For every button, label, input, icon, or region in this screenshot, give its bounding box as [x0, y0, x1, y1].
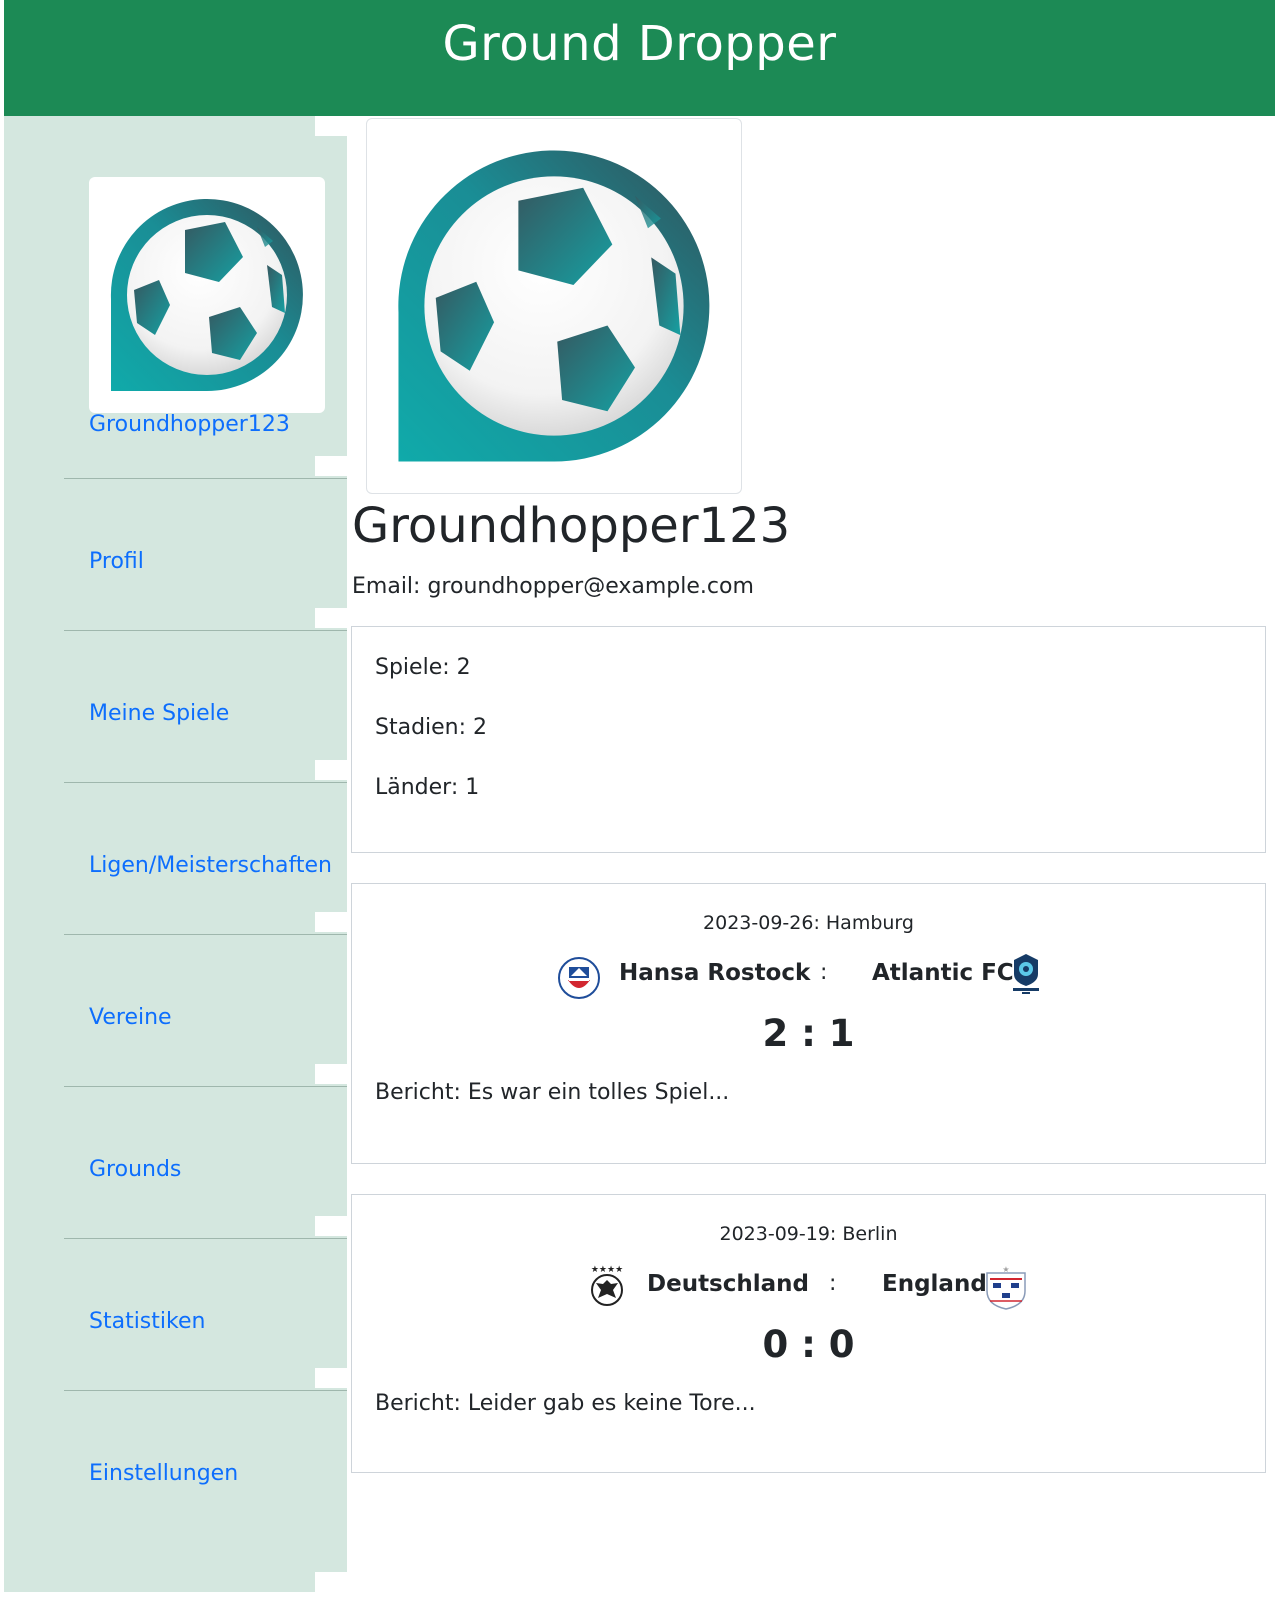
sidebar-divider: [64, 1238, 347, 1239]
sidebar-avatar[interactable]: [89, 177, 325, 413]
match-score: 2 : 1: [762, 1012, 855, 1055]
soccer-ball-icon: [110, 199, 303, 391]
stat-label: Spiele:: [375, 655, 450, 680]
sidebar-notch: [315, 1572, 347, 1592]
profile-avatar: [366, 118, 742, 494]
match-date-location: 2023-09-19: Berlin: [719, 1223, 898, 1245]
svg-text:★★★★: ★★★★: [591, 1265, 623, 1275]
match-teams: ★★★★ Deutschland : England ★: [352, 1263, 1265, 1310]
sidebar-item-grounds[interactable]: Grounds: [89, 1157, 181, 1182]
match-report: Bericht: Es war ein tolles Spiel...: [375, 1080, 729, 1105]
away-team: England: [882, 1271, 987, 1297]
match-city: Berlin: [842, 1223, 898, 1245]
sidebar-divider: [64, 478, 347, 479]
away-team: Atlantic FC: [872, 960, 1014, 986]
sidebar: Groundhopper123 Profil Meine Spiele Lige…: [4, 116, 347, 1592]
team-separator: :: [829, 1271, 837, 1296]
stat-stadien: Stadien: 2: [375, 715, 487, 740]
match-teams: Hansa Rostock : Atlantic FC: [352, 952, 1265, 999]
sidebar-item-vereine[interactable]: Vereine: [89, 1005, 172, 1030]
sidebar-divider: [64, 1086, 347, 1087]
sidebar-notch: [315, 1216, 347, 1236]
sidebar-item-statistiken[interactable]: Statistiken: [89, 1309, 205, 1334]
sidebar-notch: [315, 116, 347, 136]
match-card[interactable]: 2023-09-19: Berlin ★★★★ Deutschland : En…: [351, 1194, 1266, 1473]
home-team: Hansa Rostock: [619, 960, 811, 986]
match-score: 0 : 0: [762, 1323, 855, 1366]
report-label: Bericht:: [375, 1391, 461, 1416]
sidebar-notch: [315, 456, 347, 476]
sidebar-username-link[interactable]: Groundhopper123: [89, 412, 290, 437]
sidebar-notch: [315, 1368, 347, 1388]
profile-email: Email: groundhopper@example.com: [352, 574, 754, 599]
stat-label: Länder:: [375, 775, 459, 800]
match-date-location: 2023-09-26: Hamburg: [703, 912, 914, 934]
team-separator: :: [820, 960, 828, 985]
match-report: Bericht: Leider gab es keine Tore...: [375, 1391, 756, 1416]
match-city: Hamburg: [825, 912, 914, 934]
sidebar-divider: [64, 934, 347, 935]
sidebar-item-einstellungen[interactable]: Einstellungen: [89, 1461, 238, 1486]
sidebar-notch: [315, 760, 347, 780]
sidebar-divider: [64, 1390, 347, 1391]
app-title: Ground Dropper: [442, 16, 837, 72]
stat-laender: Länder: 1: [375, 775, 479, 800]
match-card[interactable]: 2023-09-26: Hamburg Hansa Rostock : Atla…: [351, 883, 1266, 1164]
sidebar-notch: [315, 912, 347, 932]
stat-value: 2: [473, 715, 488, 740]
report-label: Bericht:: [375, 1080, 461, 1105]
match-date: 2023-09-26: [703, 912, 814, 934]
sidebar-item-ligen[interactable]: Ligen/Meisterschaften: [89, 853, 332, 878]
home-team: Deutschland: [647, 1271, 809, 1297]
stat-spiele: Spiele: 2: [375, 655, 471, 680]
email-label: Email:: [352, 574, 421, 599]
profile-username: Groundhopper123: [352, 498, 791, 554]
sidebar-notch: [315, 1064, 347, 1084]
sidebar-notch: [315, 608, 347, 628]
atlantic-fc-crest-icon: [1013, 954, 1039, 994]
stat-label: Stadien:: [375, 715, 467, 740]
hansa-rostock-crest-icon: [558, 957, 600, 999]
sidebar-divider: [64, 630, 347, 631]
sidebar-item-meine-spiele[interactable]: Meine Spiele: [89, 701, 229, 726]
stat-value: 1: [465, 775, 480, 800]
match-date: 2023-09-19: [719, 1223, 830, 1245]
report-text: Leider gab es keine Tore...: [467, 1391, 756, 1416]
sidebar-item-profil[interactable]: Profil: [89, 549, 144, 574]
report-text: Es war ein tolles Spiel...: [467, 1080, 730, 1105]
stat-value: 2: [456, 655, 471, 680]
dfb-eagle-crest-icon: ★★★★: [591, 1265, 623, 1306]
email-value: groundhopper@example.com: [427, 574, 754, 599]
three-lions-crest-icon: ★: [986, 1265, 1026, 1310]
soccer-ball-icon: [398, 150, 710, 462]
sidebar-divider: [64, 782, 347, 783]
stats-card: Spiele: 2 Stadien: 2 Länder: 1: [351, 626, 1266, 853]
app-header: Ground Dropper: [4, 0, 1275, 116]
